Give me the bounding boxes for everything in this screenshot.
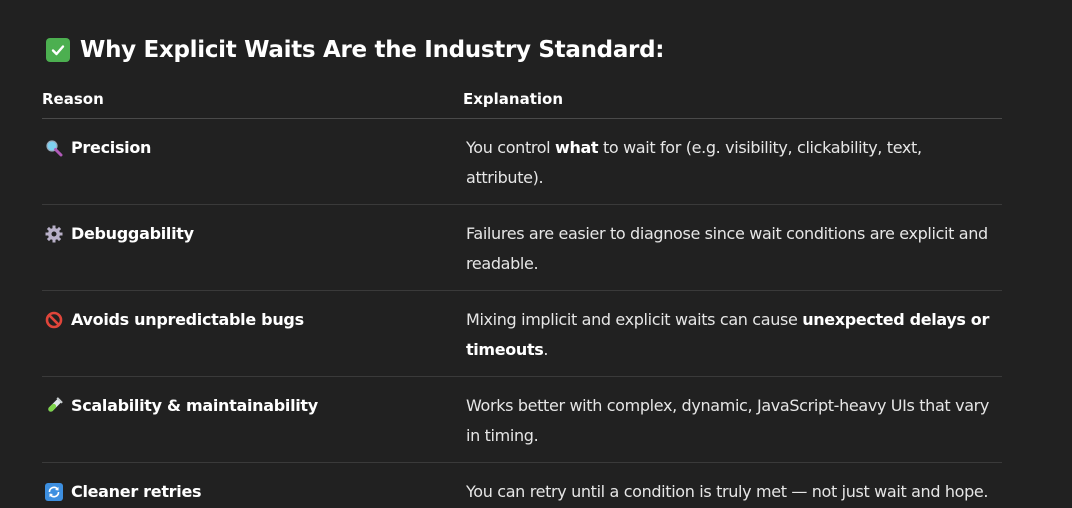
- reason-label: Avoids unpredictable bugs: [71, 310, 304, 329]
- explanation-cell: Mixing implicit and explicit waits can c…: [466, 305, 1002, 365]
- table-body: Precision You control what to wait for (e…: [42, 119, 1002, 508]
- explanation-cell: Failures are easier to diagnose since wa…: [466, 219, 1002, 279]
- explanation-cell: You control what to wait for (e.g. visib…: [466, 133, 1002, 193]
- table-row: Precision You control what to wait for (e…: [42, 119, 1002, 205]
- reason-label: Precision: [71, 138, 152, 157]
- reason-cell: Scalability & maintainability: [42, 391, 466, 451]
- table-row: Cleaner retries You can retry until a con…: [42, 463, 1002, 508]
- reason-cell: Debuggability: [42, 219, 466, 279]
- explanation-cell: Works better with complex, dynamic, Java…: [466, 391, 1002, 451]
- reason-cell: Precision: [42, 133, 466, 193]
- explanation-text: Mixing implicit and explicit waits can c…: [466, 310, 803, 329]
- reason-label: Debuggability: [71, 224, 194, 243]
- table-row: Scalability & maintainability Works bette…: [42, 377, 1002, 463]
- explanation-text: .: [543, 340, 549, 359]
- magnifying-glass-icon: [45, 139, 63, 157]
- repeat-arrows-icon: [45, 483, 63, 501]
- prohibited-icon: [45, 311, 63, 329]
- table-header: Reason Explanation: [42, 80, 1002, 119]
- heading-text: Why Explicit Waits Are the Industry Stan…: [80, 37, 665, 63]
- explanation-text: You control: [466, 138, 556, 157]
- table-row: Avoids unpredictable bugs Mixing implicit…: [42, 291, 1002, 377]
- chat-response: Why Explicit Waits Are the Industry Stan…: [0, 0, 1072, 508]
- table-row: Debuggability Failures are easier to diag…: [42, 205, 1002, 291]
- explanation-text: You can retry until a condition is truly…: [466, 482, 989, 501]
- reason-label: Scalability & maintainability: [71, 396, 318, 415]
- check-mark-button-icon: [46, 38, 70, 62]
- explanation-cell: You can retry until a condition is truly…: [466, 477, 1002, 507]
- section-heading: Why Explicit Waits Are the Industry Stan…: [46, 34, 664, 66]
- reason-label: Cleaner retries: [71, 482, 202, 501]
- explanation-text: Works better with complex, dynamic, Java…: [466, 396, 990, 445]
- test-tube-icon: [45, 397, 63, 415]
- header-reason: Reason: [42, 90, 104, 108]
- explanation-text: Failures are easier to diagnose since wa…: [466, 224, 988, 273]
- header-explanation: Explanation: [463, 90, 564, 108]
- reason-cell: Cleaner retries: [42, 477, 466, 507]
- reason-cell: Avoids unpredictable bugs: [42, 305, 466, 365]
- explanation-emphasis: what: [555, 138, 599, 157]
- gear-icon: [45, 225, 63, 243]
- reasons-table: Reason Explanation Precision You control …: [42, 80, 1002, 508]
